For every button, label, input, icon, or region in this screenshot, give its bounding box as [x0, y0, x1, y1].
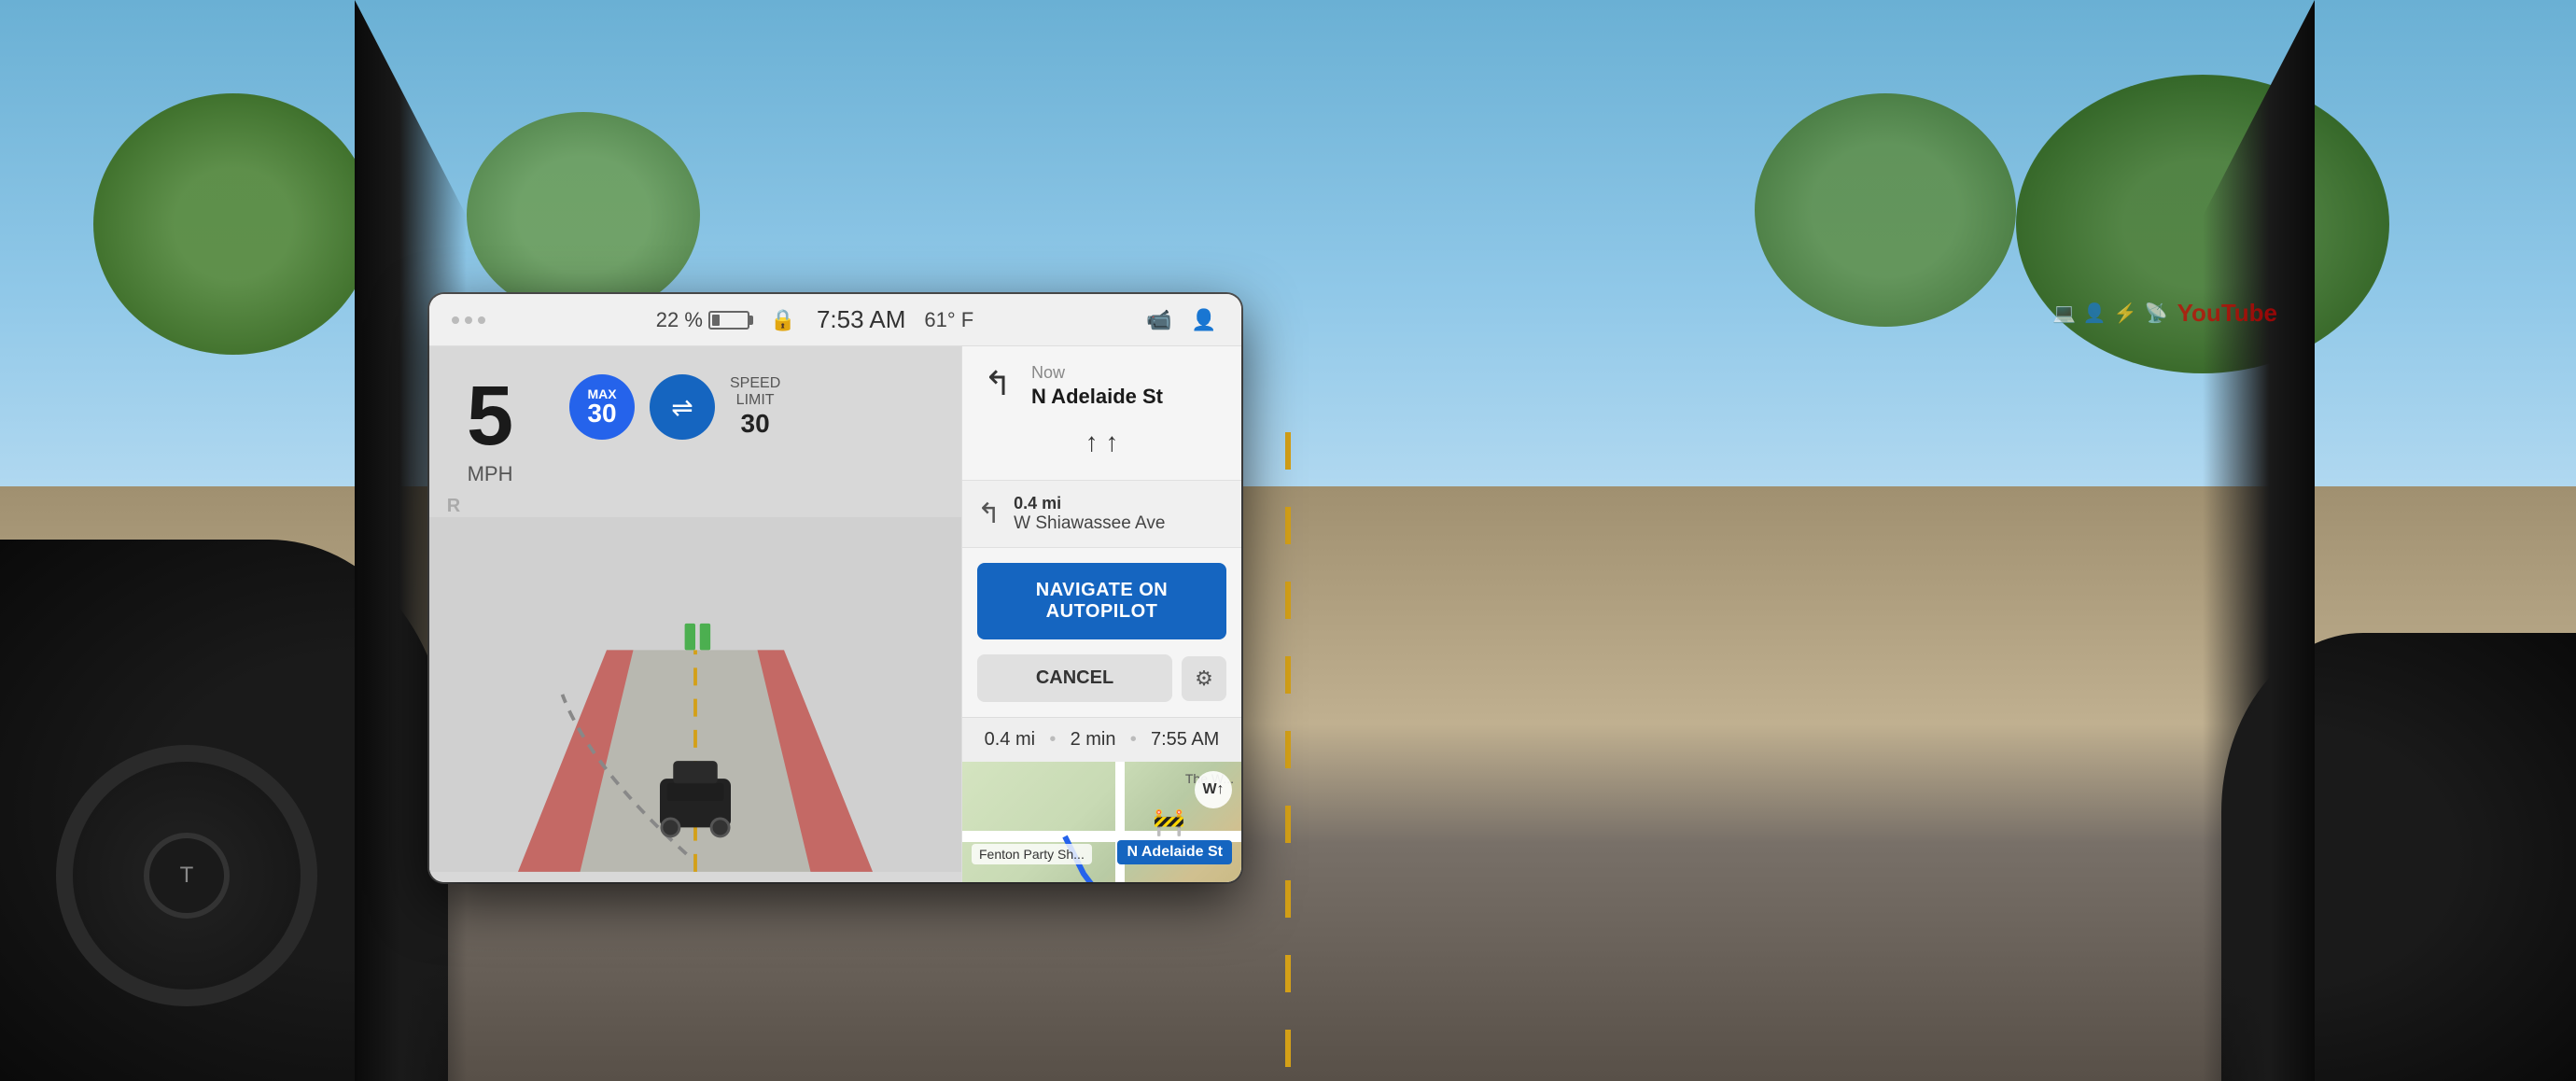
road-yellow-line [1285, 432, 1291, 1081]
battery-percent: 22 % [656, 308, 703, 332]
road-svg [429, 507, 961, 882]
next-turn-distance: 0.4 mi [1014, 494, 1165, 513]
eta-separator-1: • [1049, 729, 1056, 751]
topbar-center: 22 % 🔒 7:53 AM 61° F [656, 305, 973, 335]
topbar-left [452, 316, 485, 324]
battery-indicator: 22 % [656, 308, 749, 332]
speed-limit-badge: MAX 30 [569, 374, 635, 440]
speed-value: 5 [467, 374, 513, 458]
drive-panel: 5 MPH R N D ⊙D MAX 30 ⇌ SPEED [429, 346, 961, 882]
camera-icon: 💻 [2052, 302, 2076, 325]
tree-left [93, 93, 373, 355]
map-compass: W↑ [1195, 771, 1232, 808]
compass-label: W↑ [1202, 781, 1224, 798]
tesla-logo: T [168, 862, 205, 890]
map-small-label: Fenton Party Sh... [972, 844, 1092, 864]
nav-direction-now: ↰ Now N Adelaide St [977, 363, 1226, 409]
topbar-time: 7:53 AM [817, 305, 905, 334]
user-icon: 👤 [2083, 302, 2107, 325]
speed-unit: MPH [468, 462, 513, 486]
tesla-screen: 22 % 🔒 7:53 AM 61° F 📹 👤 5 MPH R [429, 294, 1241, 882]
topbar-right: 📹 👤 [1144, 305, 1219, 335]
direction-now-street: N Adelaide St [1031, 385, 1226, 409]
battery-bar [708, 311, 749, 330]
steering-wheel: T [56, 745, 317, 1006]
youtube-wordmark: YouTube [2177, 299, 2277, 328]
youtube-icons: 💻 👤 ⚡ 📡 [2052, 302, 2168, 325]
badge-group: MAX 30 ⇌ SPEED LIMIT 30 [569, 374, 780, 440]
eta-separator-2: • [1130, 729, 1137, 751]
nav-direction-up: ↑ ↑ [977, 422, 1226, 463]
speed-display: 5 MPH [467, 374, 513, 486]
screen-topbar: 22 % 🔒 7:53 AM 61° F 📹 👤 [429, 294, 1241, 346]
nav-actions: CANCEL ⚙ [977, 654, 1226, 702]
nav-next-turn: ↰ 0.4 mi W Shiawassee Ave [962, 481, 1241, 548]
share-icon: ⚡ [2114, 302, 2137, 325]
next-turn-info: 0.4 mi W Shiawassee Ave [1014, 494, 1165, 534]
next-turn-icon: ↰ [977, 498, 1001, 530]
map-street-label: N Adelaide St [1117, 840, 1232, 864]
direction-icon: ↰ [977, 363, 1018, 404]
eta-arrival: 7:55 AM [1151, 729, 1219, 751]
dot-2 [465, 316, 472, 324]
gear-icon: ⚙ [1195, 667, 1213, 691]
youtube-overlay: 💻 👤 ⚡ 📡 YouTube [2052, 299, 2277, 328]
dot-1 [452, 316, 459, 324]
screen-main: 5 MPH R N D ⊙D MAX 30 ⇌ SPEED [429, 346, 1241, 882]
nav-panel: ↰ Now N Adelaide St ↑ ↑ ↰ 0.4 mi W Shiaw… [961, 346, 1241, 882]
sub-icon: 📡 [2145, 302, 2168, 325]
mini-map[interactable]: N Adelaide St Fenton Party Sh... The W..… [962, 762, 1241, 882]
tree-mid-right [1755, 93, 2016, 327]
camera-icon[interactable]: 📹 [1144, 305, 1174, 335]
speed-limit-number: 30 [587, 400, 616, 427]
next-turn-street: W Shiawassee Ave [1014, 513, 1165, 534]
speed-max-label2: LIMIT [736, 392, 775, 409]
battery-fill [712, 315, 720, 326]
speed-max-badge: SPEED LIMIT 30 [730, 375, 780, 439]
direction-now-label: Now [1031, 363, 1226, 383]
tree-mid-left [467, 112, 700, 317]
navigate-autopilot-button[interactable]: NAVIGATE ON AUTOPILOT [977, 563, 1226, 639]
construction-icon: 🚧 [1153, 807, 1185, 837]
nav-eta-bar: 0.4 mi • 2 min • 7:55 AM [962, 717, 1241, 762]
viz-road [429, 507, 961, 882]
direction-text: Now N Adelaide St [1031, 363, 1226, 409]
nav-direction-card: ↰ Now N Adelaide St ↑ ↑ [962, 346, 1241, 481]
eta-time: 2 min [1071, 729, 1116, 751]
autopilot-icon: ⇌ [671, 392, 693, 423]
up-arrows-icon: ↑ ↑ [1085, 428, 1119, 457]
eta-distance: 0.4 mi [985, 729, 1035, 751]
cancel-button[interactable]: CANCEL [977, 654, 1172, 702]
speed-max-value: 30 [741, 409, 770, 439]
turn-left-arrow: ↰ [984, 367, 1012, 400]
autopilot-badge: ⇌ [650, 374, 715, 440]
topbar-dots [452, 316, 485, 324]
profile-icon[interactable]: 👤 [1189, 305, 1219, 335]
lock-icon: 🔒 [768, 305, 798, 335]
topbar-temperature: 61° F [924, 308, 973, 332]
speed-max-label: SPEED [730, 375, 780, 392]
settings-button[interactable]: ⚙ [1182, 656, 1226, 701]
dot-3 [478, 316, 485, 324]
